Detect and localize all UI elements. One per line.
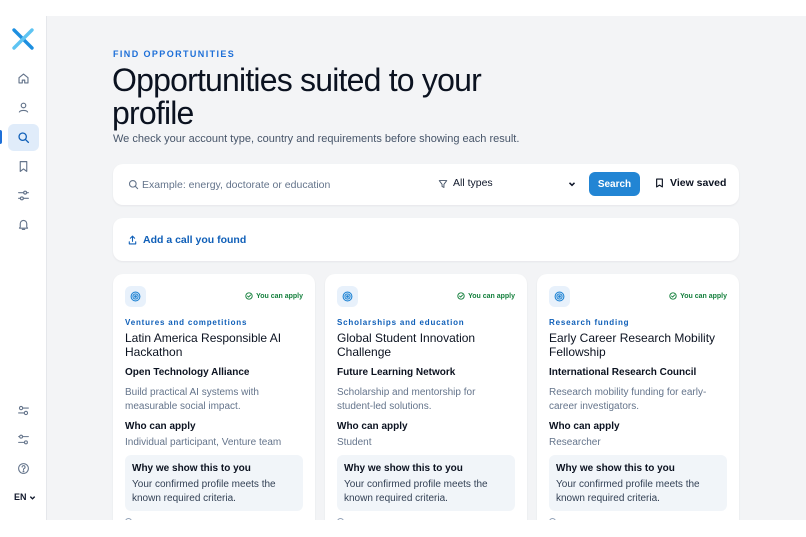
bookmark-icon <box>656 178 663 188</box>
chevron-down-icon <box>29 495 35 500</box>
target-icon <box>125 286 146 307</box>
sidebar-item-profile[interactable] <box>8 94 39 121</box>
sliders-icon <box>18 190 29 201</box>
search-icon <box>18 132 30 144</box>
view-saved-button[interactable]: View saved <box>655 177 726 189</box>
eligibility-badge: You can apply <box>457 292 515 300</box>
who-can-apply-value: Individual participant, Venture team <box>125 437 282 448</box>
app-logo[interactable] <box>11 27 35 51</box>
info-icon <box>125 518 132 520</box>
language-code: EN <box>14 492 27 502</box>
search-bar: All types Search View saved <box>113 164 739 205</box>
type-filter-select[interactable]: All types <box>453 177 493 189</box>
who-can-apply-value: Researcher <box>549 437 601 448</box>
user-icon <box>18 102 29 113</box>
who-can-apply-label: Who can apply <box>125 421 196 432</box>
bell-icon <box>18 219 29 230</box>
search-input[interactable] <box>142 176 422 194</box>
add-call-panel: Add a call you found <box>113 218 739 261</box>
opportunity-description: Build practical AI systems with measurab… <box>125 387 259 412</box>
active-indicator <box>0 130 2 144</box>
why-shown-text: Your confirmed profile meets the known r… <box>132 479 276 504</box>
view-saved-label: View saved <box>670 177 727 189</box>
opportunity-title[interactable]: Early Career Research Mobility Fellowshi… <box>549 331 729 359</box>
target-icon <box>337 286 358 307</box>
sidebar-item-saved[interactable] <box>8 153 39 180</box>
check-circle-icon <box>245 292 253 300</box>
who-can-apply-label: Who can apply <box>337 421 408 432</box>
filter-icon <box>438 180 448 188</box>
sidebar-item-home[interactable] <box>8 65 39 92</box>
opportunity-card[interactable]: You can apply Research funding Early Car… <box>537 274 739 520</box>
sidebar-item-preferences[interactable] <box>8 426 39 453</box>
opportunity-description: Scholarship and mentorship for student-l… <box>337 387 476 412</box>
target-icon <box>549 286 570 307</box>
help-icon <box>18 463 29 474</box>
why-shown-box: Why we show this to you Your confirmed p… <box>549 455 727 511</box>
opportunity-organization: Future Learning Network <box>337 367 456 378</box>
sidebar-item-filters[interactable] <box>8 182 39 209</box>
opportunity-card[interactable]: You can apply Ventures and competitions … <box>113 274 315 520</box>
opportunity-organization: Open Technology Alliance <box>125 367 250 378</box>
sidebar-item-help[interactable] <box>8 455 39 482</box>
sidebar: EN <box>0 16 47 520</box>
upload-icon <box>128 235 137 245</box>
app-frame: EN FIND OPPORTUNITIES Opportunities suit… <box>0 16 806 520</box>
eligibility-badge: You can apply <box>245 292 303 300</box>
eligibility-badge: You can apply <box>669 292 727 300</box>
add-call-button[interactable]: Add a call you found <box>128 234 246 246</box>
why-shown-box: Why we show this to you Your confirmed p… <box>337 455 515 511</box>
eligibility-label: You can apply <box>680 292 727 300</box>
check-circle-icon <box>457 292 465 300</box>
page-eyebrow: FIND OPPORTUNITIES <box>113 49 236 59</box>
opportunity-title[interactable]: Global Student Innovation Challenge <box>337 331 517 359</box>
info-icon <box>337 518 344 520</box>
sidebar-item-search[interactable] <box>8 124 39 151</box>
info-icon <box>549 518 556 520</box>
search-icon <box>128 179 139 190</box>
page-title: Opportunities suited to your profile <box>112 62 482 131</box>
preferences-icon <box>18 434 29 445</box>
chevron-down-icon[interactable] <box>568 180 576 188</box>
eligibility-label: You can apply <box>256 292 303 300</box>
why-shown-title: Why we show this to you <box>132 463 251 474</box>
bookmark-icon <box>19 161 28 172</box>
check-circle-icon <box>669 292 677 300</box>
opportunity-category: Scholarships and education <box>337 318 465 327</box>
opportunity-category: Research funding <box>549 318 630 327</box>
opportunity-organization: International Research Council <box>549 367 697 378</box>
search-button[interactable]: Search <box>589 172 640 196</box>
sidebar-item-settings[interactable] <box>8 397 39 424</box>
settings-icon <box>18 405 29 416</box>
opportunity-card[interactable]: You can apply Scholarships and education… <box>325 274 527 520</box>
why-shown-text: Your confirmed profile meets the known r… <box>556 479 700 504</box>
add-call-label: Add a call you found <box>143 234 247 246</box>
opportunity-category: Ventures and competitions <box>125 318 248 327</box>
home-icon <box>18 73 29 84</box>
eligibility-label: You can apply <box>468 292 515 300</box>
why-shown-box: Why we show this to you Your confirmed p… <box>125 455 303 511</box>
sidebar-item-notifications[interactable] <box>8 211 39 238</box>
who-can-apply-label: Who can apply <box>549 421 620 432</box>
page-subtitle: We check your account type, country and … <box>113 133 520 145</box>
opportunity-description: Research mobility funding for early-care… <box>549 387 707 412</box>
who-can-apply-value: Student <box>337 437 372 448</box>
opportunity-title[interactable]: Latin America Responsible AI Hackathon <box>125 331 305 359</box>
why-shown-title: Why we show this to you <box>556 463 675 474</box>
why-shown-title: Why we show this to you <box>344 463 463 474</box>
why-shown-text: Your confirmed profile meets the known r… <box>344 479 488 504</box>
language-switcher[interactable]: EN <box>14 492 36 502</box>
